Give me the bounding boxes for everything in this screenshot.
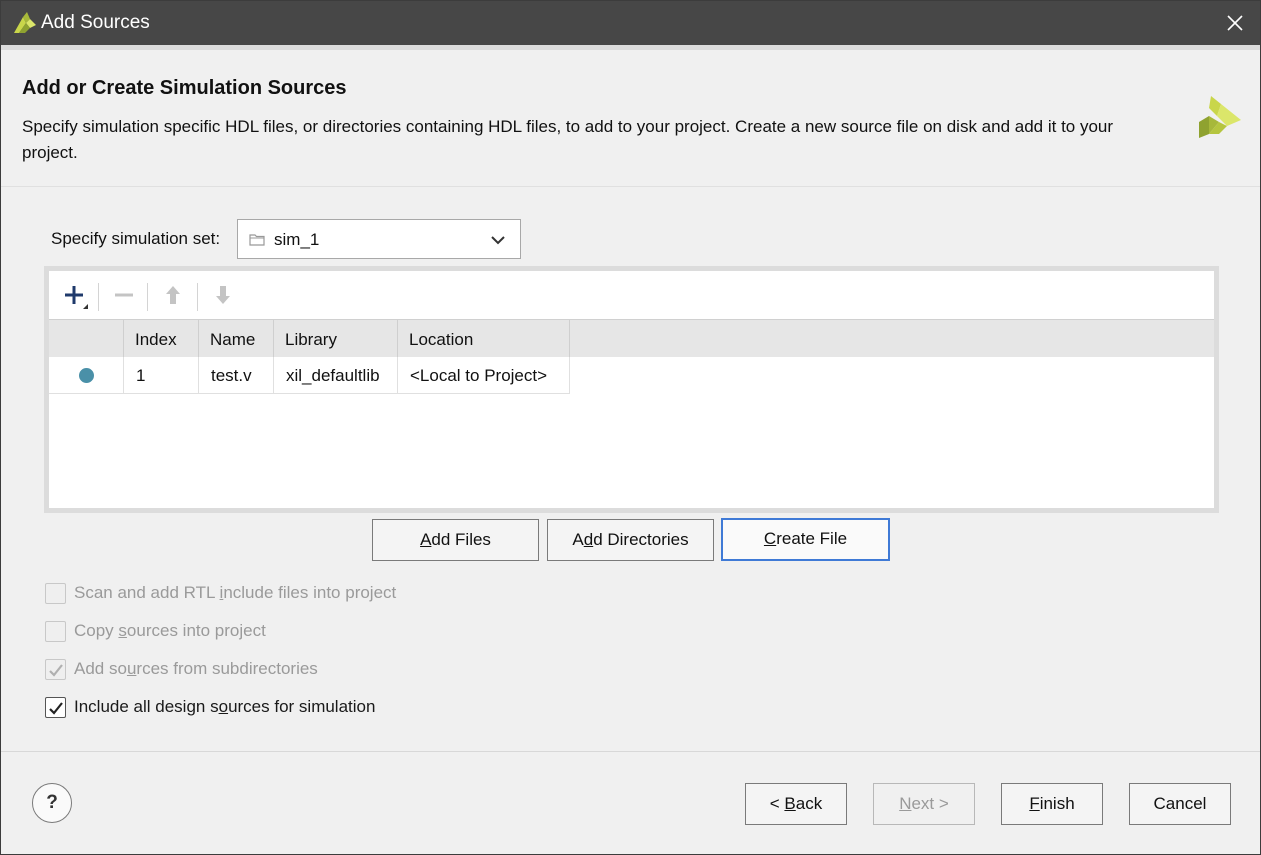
sources-panel-inner: Index Name Library Location 1 test.v xil… [49, 271, 1214, 508]
row-index-cell: 1 [124, 357, 199, 394]
back-label-post: ack [795, 794, 823, 813]
arrow-up-icon[interactable] [158, 281, 188, 311]
next-label-post: ext > [911, 794, 949, 813]
cancel-button[interactable]: Cancel [1129, 783, 1231, 825]
checkmark-icon [49, 664, 63, 677]
header-divider [1, 186, 1260, 187]
finish-button[interactable]: Finish [1001, 783, 1103, 825]
help-button[interactable]: ? [32, 783, 72, 823]
table-header: Index Name Library Location [49, 319, 1214, 357]
row-name-cell: test.v [199, 357, 274, 394]
finish-label-post: inish [1039, 794, 1075, 813]
create-file-mnemonic: C [763, 529, 777, 548]
add-directories-button[interactable]: Add Directories [547, 519, 714, 561]
row-status-cell [49, 357, 124, 394]
column-header-name[interactable]: Name [199, 320, 274, 357]
add-files-button[interactable]: Add Files [372, 519, 539, 561]
back-button[interactable]: < Back [745, 783, 847, 825]
add-directories-label-post: d Directories [593, 530, 689, 549]
close-icon[interactable] [1224, 12, 1246, 34]
page-description: Specify simulation specific HDL files, o… [22, 117, 1114, 162]
title-bar: Add Sources [1, 1, 1260, 45]
checkbox-box [45, 621, 66, 642]
add-sources-dialog: Add Sources Add or Create Simulation Sou… [0, 0, 1261, 855]
column-header-status[interactable] [49, 320, 124, 357]
window-title: Add Sources [41, 12, 150, 33]
create-file-button[interactable]: Create File [721, 518, 890, 561]
minus-icon[interactable] [109, 281, 139, 311]
toolbar-separator [98, 283, 99, 311]
add-directories-label-pre: A [572, 530, 584, 549]
column-header-location[interactable]: Location [398, 320, 570, 357]
create-file-label-post: reate File [776, 529, 848, 548]
next-button[interactable]: Next > [873, 783, 975, 825]
toolbar-separator [197, 283, 198, 311]
plus-icon[interactable] [59, 281, 89, 311]
checkbox-label: Copy sources into project [74, 621, 266, 640]
checkmark-icon [49, 702, 63, 715]
column-header-index[interactable]: Index [124, 320, 199, 357]
checkbox-box [45, 659, 66, 680]
checkbox-box [45, 583, 66, 604]
table-toolbar [49, 271, 1214, 319]
finish-mnemonic: F [1029, 794, 1040, 813]
table-row[interactable]: 1 test.v xil_defaultlib <Local to Projec… [49, 357, 570, 394]
xilinx-brand-logo-icon [1197, 94, 1243, 140]
simset-dropdown[interactable]: sim_1 [237, 219, 521, 259]
checkbox-label: Add sources from subdirectories [74, 659, 318, 678]
footer-divider [1, 751, 1260, 752]
arrow-down-icon[interactable] [208, 281, 238, 311]
folder-icon [249, 233, 265, 246]
back-mnemonic: B [784, 794, 796, 813]
chevron-down-icon [490, 233, 506, 247]
toolbar-separator [147, 283, 148, 311]
title-strip [1, 45, 1260, 50]
next-mnemonic: N [899, 794, 912, 813]
back-label-pre: < [769, 794, 785, 813]
checkbox-box [45, 697, 66, 718]
checkbox-label: Include all design sources for simulatio… [74, 697, 376, 716]
sources-panel: Index Name Library Location 1 test.v xil… [44, 266, 1219, 513]
status-dot-icon [79, 368, 94, 383]
column-header-library[interactable]: Library [274, 320, 398, 357]
add-directories-mnemonic: d [583, 530, 594, 549]
row-library-cell: xil_defaultlib [274, 357, 398, 394]
simset-value: sim_1 [274, 230, 320, 249]
checkbox-label: Scan and add RTL include files into proj… [74, 583, 397, 602]
add-files-mnemonic: A [420, 530, 432, 549]
row-location-cell: <Local to Project> [398, 357, 570, 394]
page-title: Add or Create Simulation Sources [22, 77, 347, 99]
simset-label: Specify simulation set: [51, 229, 221, 248]
add-files-label-post: dd Files [431, 530, 491, 549]
xilinx-logo-icon [11, 11, 37, 35]
